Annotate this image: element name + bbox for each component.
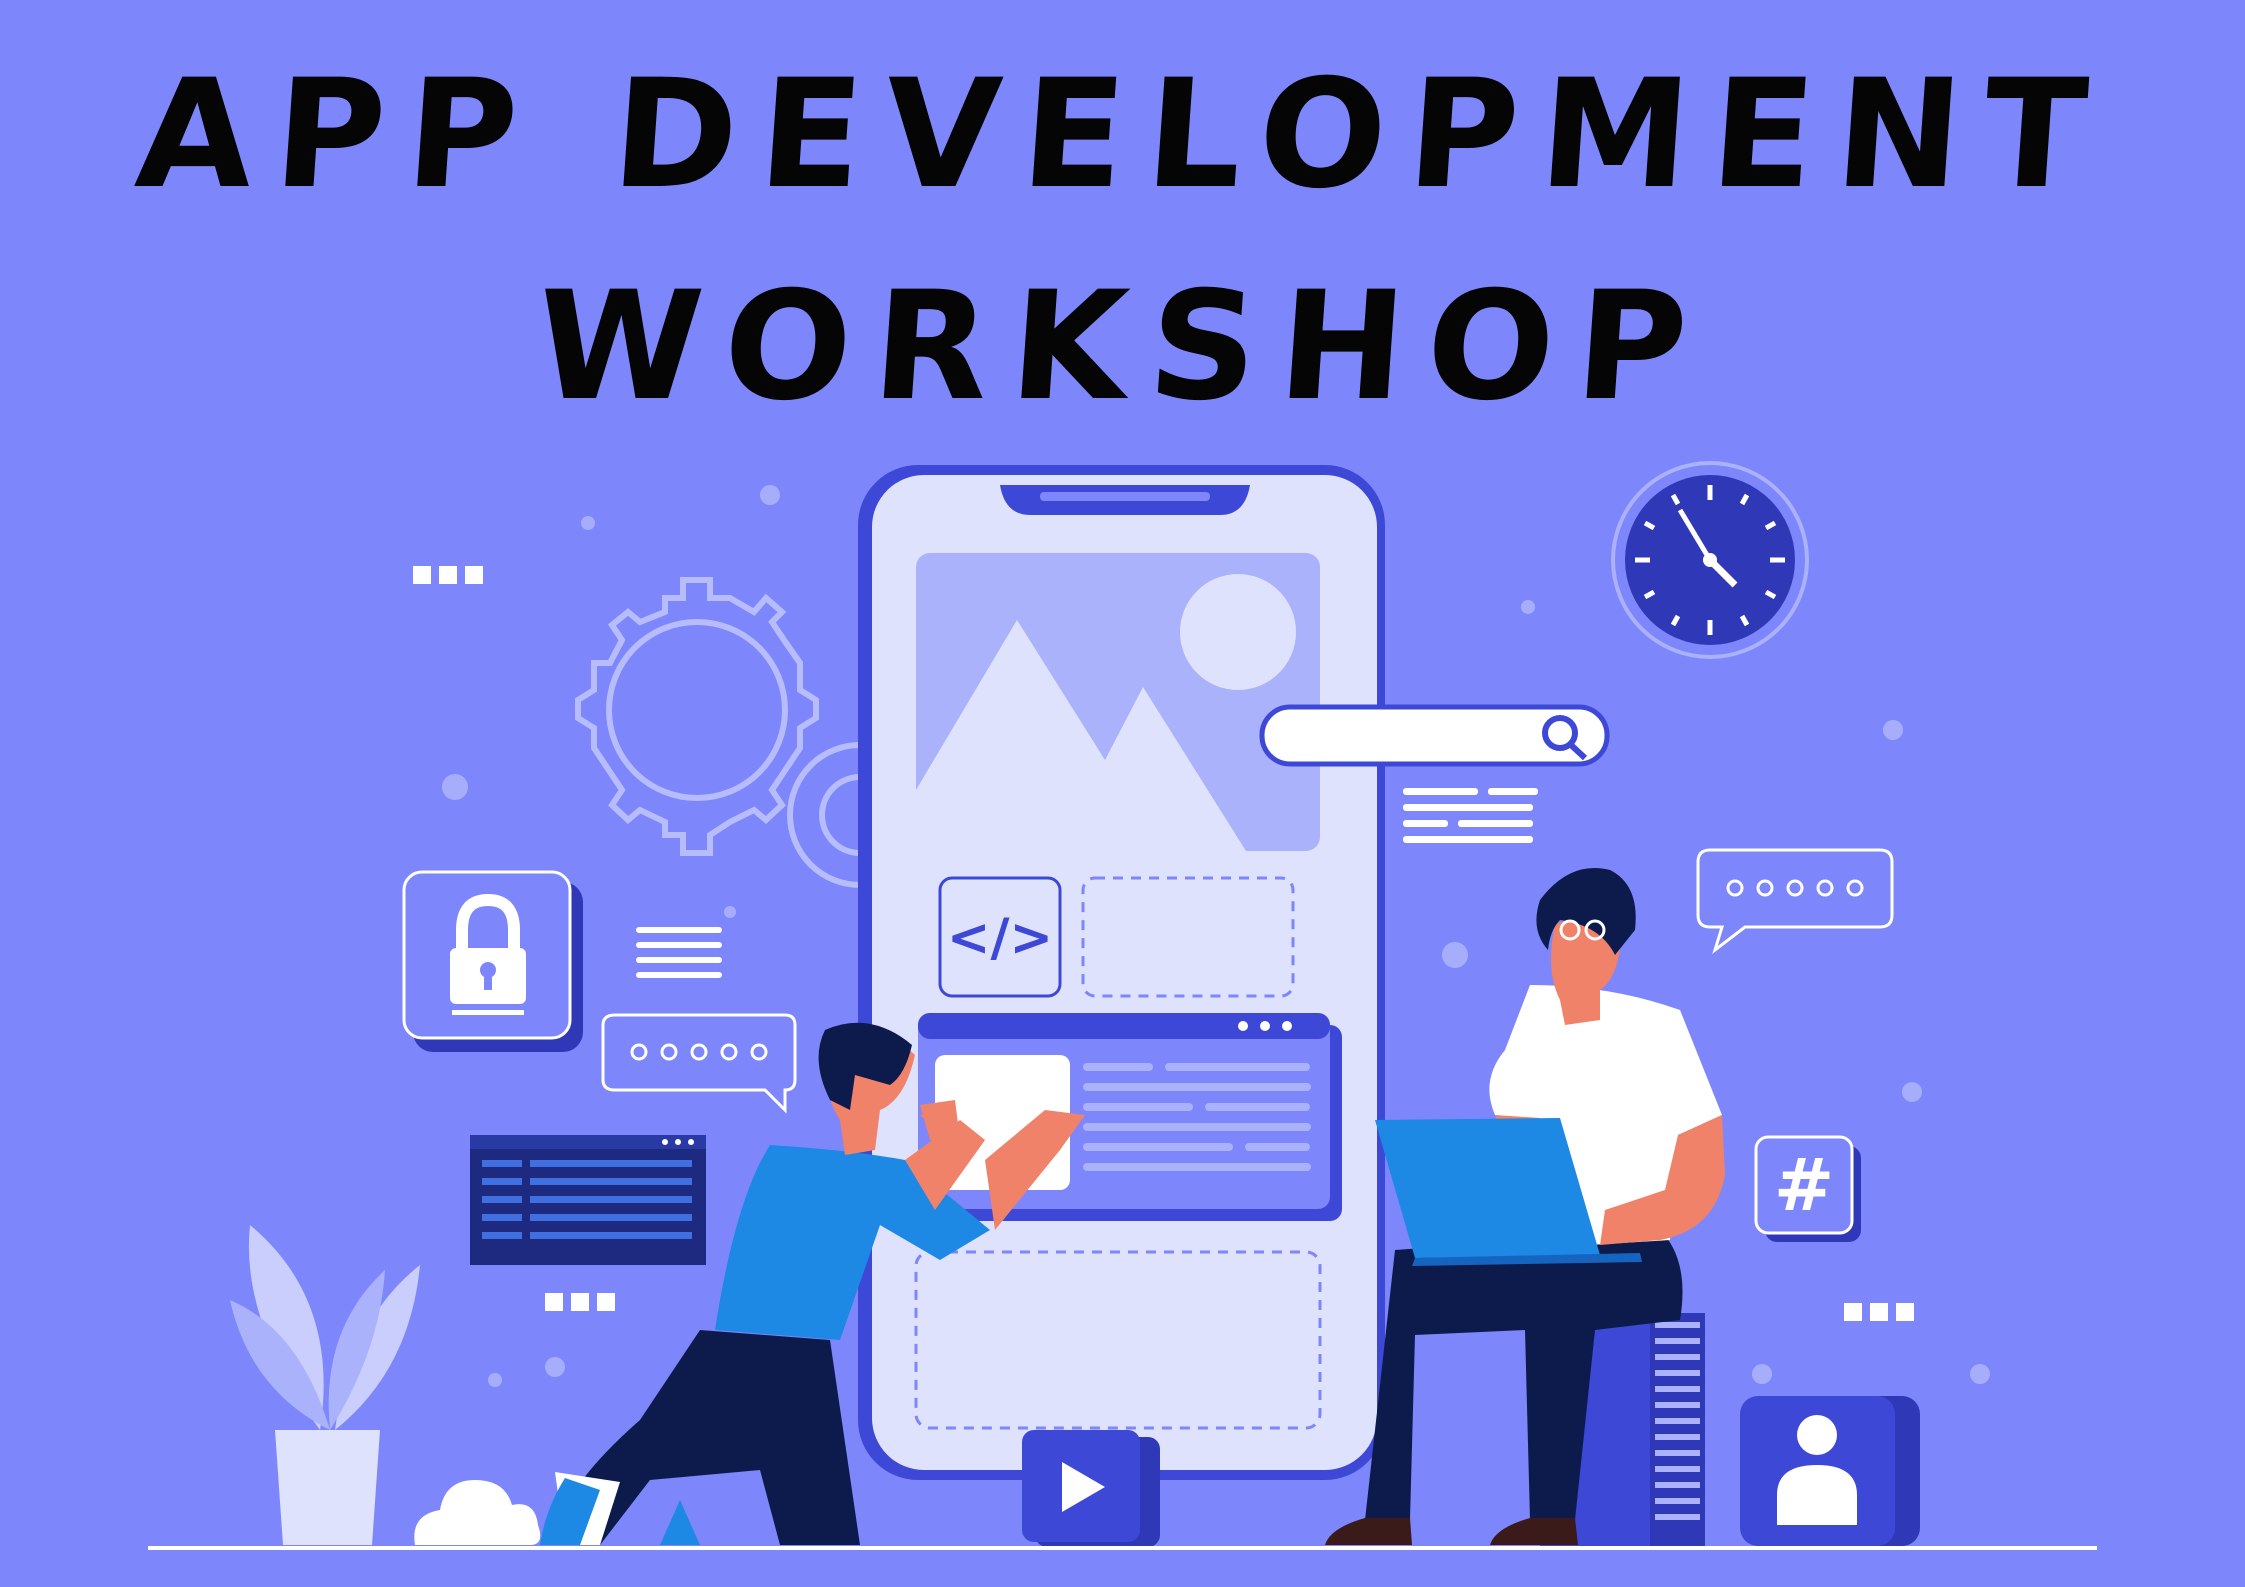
user-icon[interactable] <box>1740 1396 1920 1546</box>
plant-icon <box>230 1225 420 1545</box>
hash-icon[interactable]: # <box>1754 1135 1861 1242</box>
play-icon[interactable] <box>1022 1430 1160 1547</box>
dots-squares-icon-3 <box>1844 1303 1914 1321</box>
chat-bubble-icon-2 <box>1696 848 1894 955</box>
poster: </> # APP DEVELOPMENT WORKSHOP <box>0 0 2245 1587</box>
code-icon: </> <box>938 876 1062 998</box>
hash-symbol: # <box>1774 1143 1834 1227</box>
page-title: APP DEVELOPMENT <box>130 48 2115 222</box>
illustration: </> # <box>148 461 2097 1550</box>
code-symbol: </> <box>947 908 1053 968</box>
content-card <box>918 1013 1342 1221</box>
clock-icon <box>1611 461 1809 659</box>
page-subtitle: WORKSHOP <box>530 260 1715 434</box>
lock-icon <box>402 870 583 1052</box>
dots-squares-icon-2 <box>545 1293 615 1311</box>
dots-squares-icon <box>413 566 483 584</box>
gear-icon <box>575 577 819 856</box>
search-bar[interactable] <box>1259 704 1610 767</box>
code-window-icon <box>470 1135 706 1265</box>
text-lines-icon-2 <box>1403 788 1538 843</box>
cloud-icon <box>414 1480 541 1545</box>
chat-bubble-icon <box>601 1013 797 1114</box>
text-lines-icon <box>636 927 722 978</box>
phone-mockup: </> <box>858 465 1385 1480</box>
